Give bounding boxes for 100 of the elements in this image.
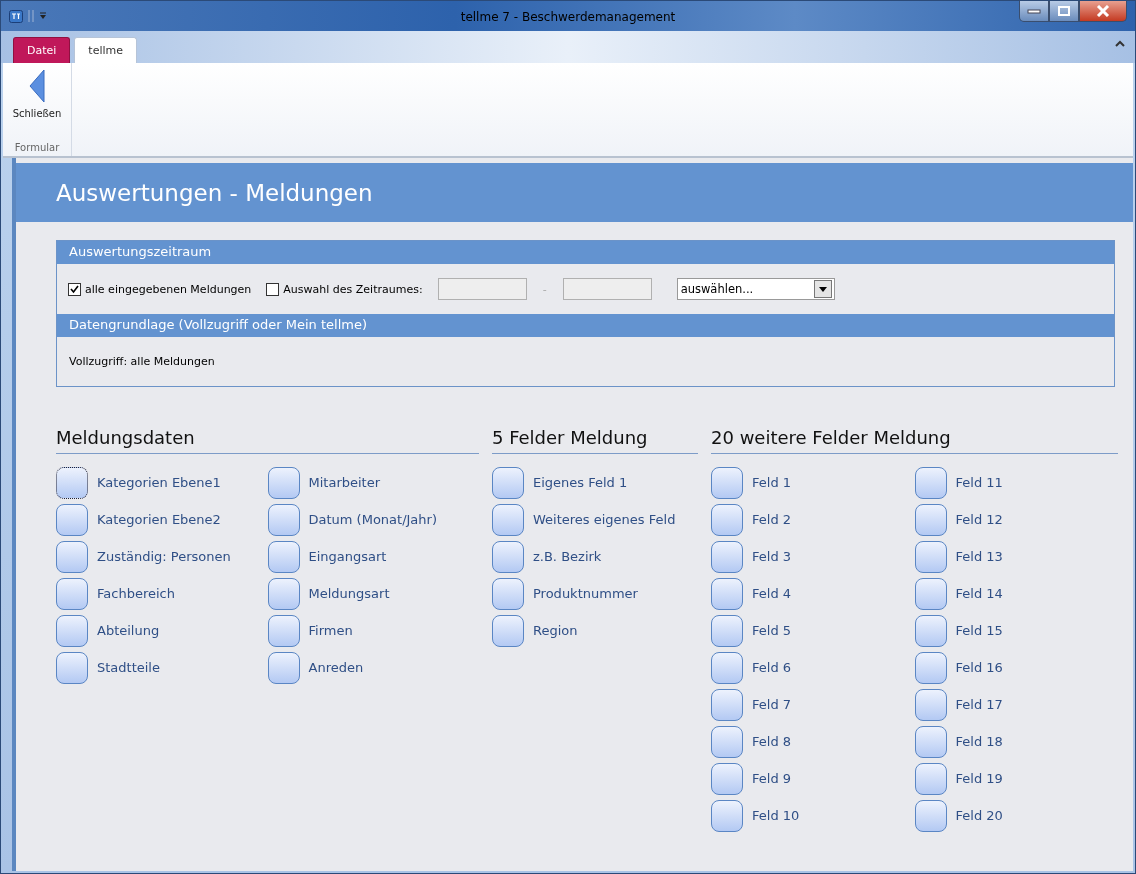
report-button[interactable]	[711, 688, 743, 721]
report-button[interactable]	[711, 503, 743, 536]
report-button[interactable]	[492, 614, 524, 647]
report-label: Fachbereich	[97, 586, 175, 601]
section-header: Auswertungszeitraum	[57, 241, 1114, 264]
report-label: Feld 5	[752, 623, 792, 638]
report-label: Firmen	[308, 623, 353, 638]
report-label: Feld 11	[955, 475, 1003, 490]
report-button[interactable]	[914, 651, 947, 684]
report-button[interactable]	[267, 577, 300, 610]
report-label: z.B. Bezirk	[533, 549, 602, 564]
collapse-ribbon-icon[interactable]	[1115, 40, 1125, 47]
report-label: Anreden	[308, 660, 364, 675]
report-label: Feld 7	[752, 697, 792, 712]
report-label: Feld 3	[752, 549, 792, 564]
report-label: Feld 8	[752, 734, 792, 749]
report-button[interactable]	[492, 503, 524, 536]
report-label: Feld 10	[752, 808, 800, 823]
checkmark-icon	[70, 284, 79, 294]
report-button[interactable]	[914, 614, 947, 647]
report-button[interactable]	[56, 540, 88, 573]
date-field[interactable]	[562, 278, 652, 300]
report-label: Eingangsart	[308, 549, 387, 564]
section-title: Meldungsdaten	[56, 427, 479, 454]
report-button[interactable]	[914, 466, 947, 499]
report-label: Produktnummer	[533, 586, 638, 601]
report-button[interactable]	[914, 725, 947, 758]
left-arrow-icon	[29, 69, 45, 103]
report-label: Feld 19	[955, 771, 1003, 786]
form-title: Auswertungen - Meldungen	[56, 179, 373, 206]
report-label: Datum (Monat/Jahr)	[308, 512, 437, 527]
report-button[interactable]	[711, 799, 743, 832]
report-button[interactable]	[711, 614, 743, 647]
report-label: Feld 2	[752, 512, 792, 527]
report-label: Feld 6	[752, 660, 792, 675]
date-field[interactable]	[437, 278, 527, 300]
report-label: Feld 1	[752, 475, 792, 490]
report-button[interactable]	[267, 466, 300, 499]
report-button[interactable]	[914, 762, 947, 795]
report-label: Feld 17	[955, 697, 1003, 712]
checkbox-option[interactable]: Auswahl des Zeitraumes:	[266, 282, 423, 296]
access-text: Vollzugriff: alle Meldungen	[69, 355, 215, 368]
report-button[interactable]	[914, 540, 947, 573]
ribbon-tab[interactable]: tellme	[74, 37, 138, 63]
report-button[interactable]	[267, 614, 300, 647]
toolbar-separator-icon	[27, 9, 35, 23]
report-button[interactable]	[914, 577, 947, 610]
close-button[interactable]	[1079, 1, 1127, 22]
app-icon[interactable]	[9, 9, 23, 23]
maximize-button[interactable]	[1049, 1, 1079, 22]
report-button[interactable]	[56, 577, 88, 610]
report-label: Feld 16	[955, 660, 1003, 675]
group-label: Formular	[13, 142, 61, 155]
report-button[interactable]	[711, 540, 743, 573]
report-label: Feld 4	[752, 586, 792, 601]
report-button[interactable]	[711, 725, 743, 758]
report-button[interactable]	[492, 466, 524, 499]
report-button[interactable]	[711, 762, 743, 795]
report-label: Zuständig: Personen	[97, 549, 231, 564]
checkbox-option[interactable]: alle eingegebenen Meldungen	[68, 282, 252, 296]
report-button[interactable]	[914, 503, 947, 536]
report-button[interactable]	[914, 799, 947, 832]
report-button[interactable]	[492, 577, 524, 610]
report-label: Feld 14	[955, 586, 1003, 601]
report-button[interactable]	[56, 466, 88, 499]
dropdown-arrow-icon	[818, 286, 827, 292]
report-button[interactable]	[492, 540, 524, 573]
file-tab[interactable]: Datei	[13, 37, 71, 63]
report-label: Mitarbeiter	[308, 475, 381, 490]
report-button[interactable]	[711, 466, 743, 499]
customize-toolbar-icon[interactable]	[39, 12, 47, 20]
report-button[interactable]	[914, 688, 947, 721]
section-title: 5 Felder Meldung	[492, 427, 698, 454]
period-dropdown[interactable]: auswählen...	[676, 278, 835, 300]
window-title: tellme 7 - Beschwerdemanagement	[459, 9, 677, 24]
section-title: 20 weitere Felder Meldung	[711, 427, 1118, 454]
report-label: Eigenes Feld 1	[533, 475, 628, 490]
report-label: Region	[533, 623, 578, 638]
report-label: Feld 13	[955, 549, 1003, 564]
report-button[interactable]	[56, 614, 88, 647]
report-label: Meldungsart	[308, 586, 390, 601]
minimize-button[interactable]	[1019, 1, 1049, 22]
report-label: Feld 20	[955, 808, 1003, 823]
report-label: Weiteres eigenes Feld	[533, 512, 676, 527]
report-label: Stadtteile	[97, 660, 160, 675]
close-form-button[interactable]: Schließen	[12, 69, 62, 123]
report-label: Feld 12	[955, 512, 1003, 527]
minimize-icon	[1027, 8, 1041, 14]
report-button[interactable]	[267, 503, 300, 536]
report-label: Feld 9	[752, 771, 792, 786]
maximize-icon	[1058, 6, 1070, 16]
report-label: Kategorien Ebene2	[97, 512, 221, 527]
report-label: Kategorien Ebene1	[97, 475, 221, 490]
report-button[interactable]	[711, 651, 743, 684]
report-label: Feld 18	[955, 734, 1003, 749]
report-button[interactable]	[56, 651, 88, 684]
report-button[interactable]	[56, 503, 88, 536]
report-button[interactable]	[267, 540, 300, 573]
report-button[interactable]	[711, 577, 743, 610]
report-button[interactable]	[267, 651, 300, 684]
